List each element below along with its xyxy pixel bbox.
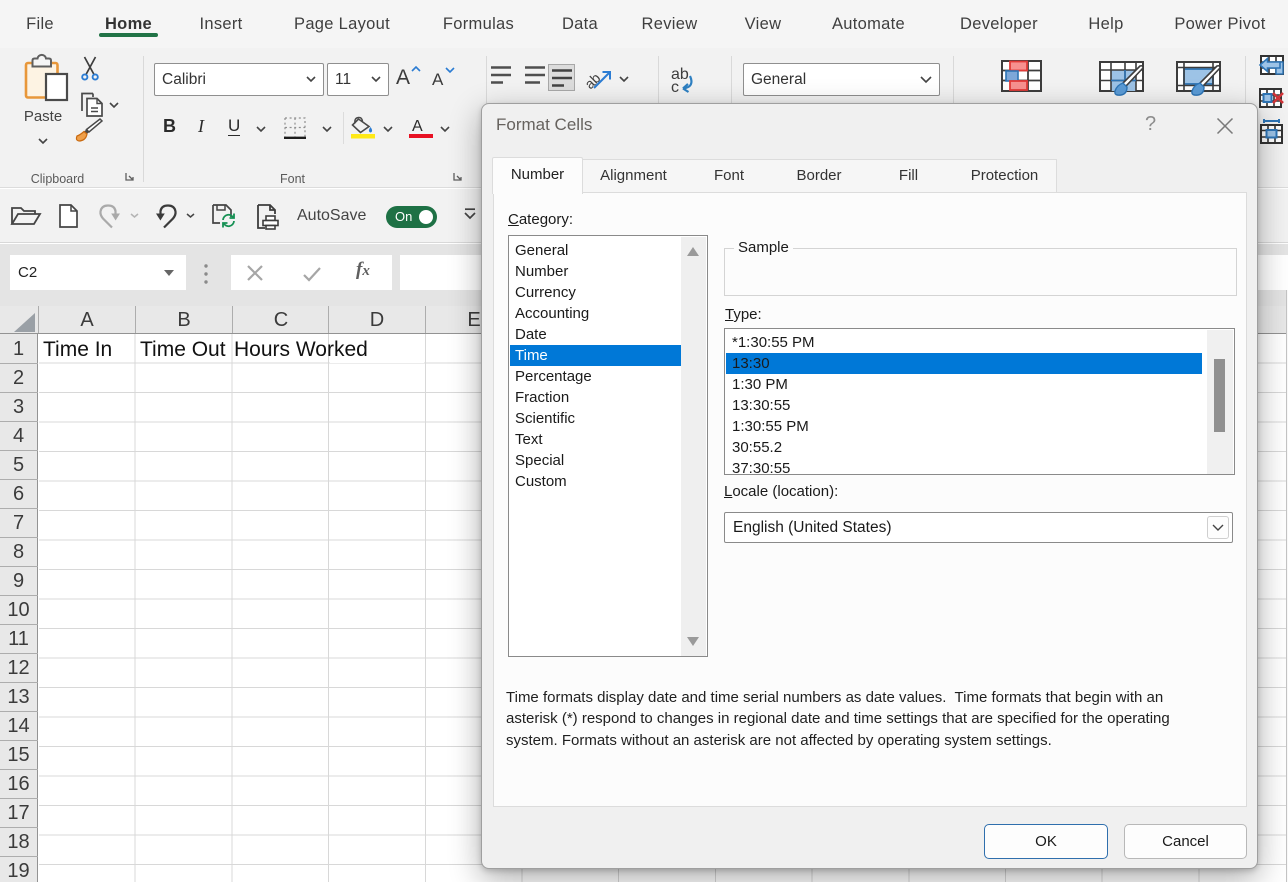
svg-text:c: c <box>671 79 679 96</box>
